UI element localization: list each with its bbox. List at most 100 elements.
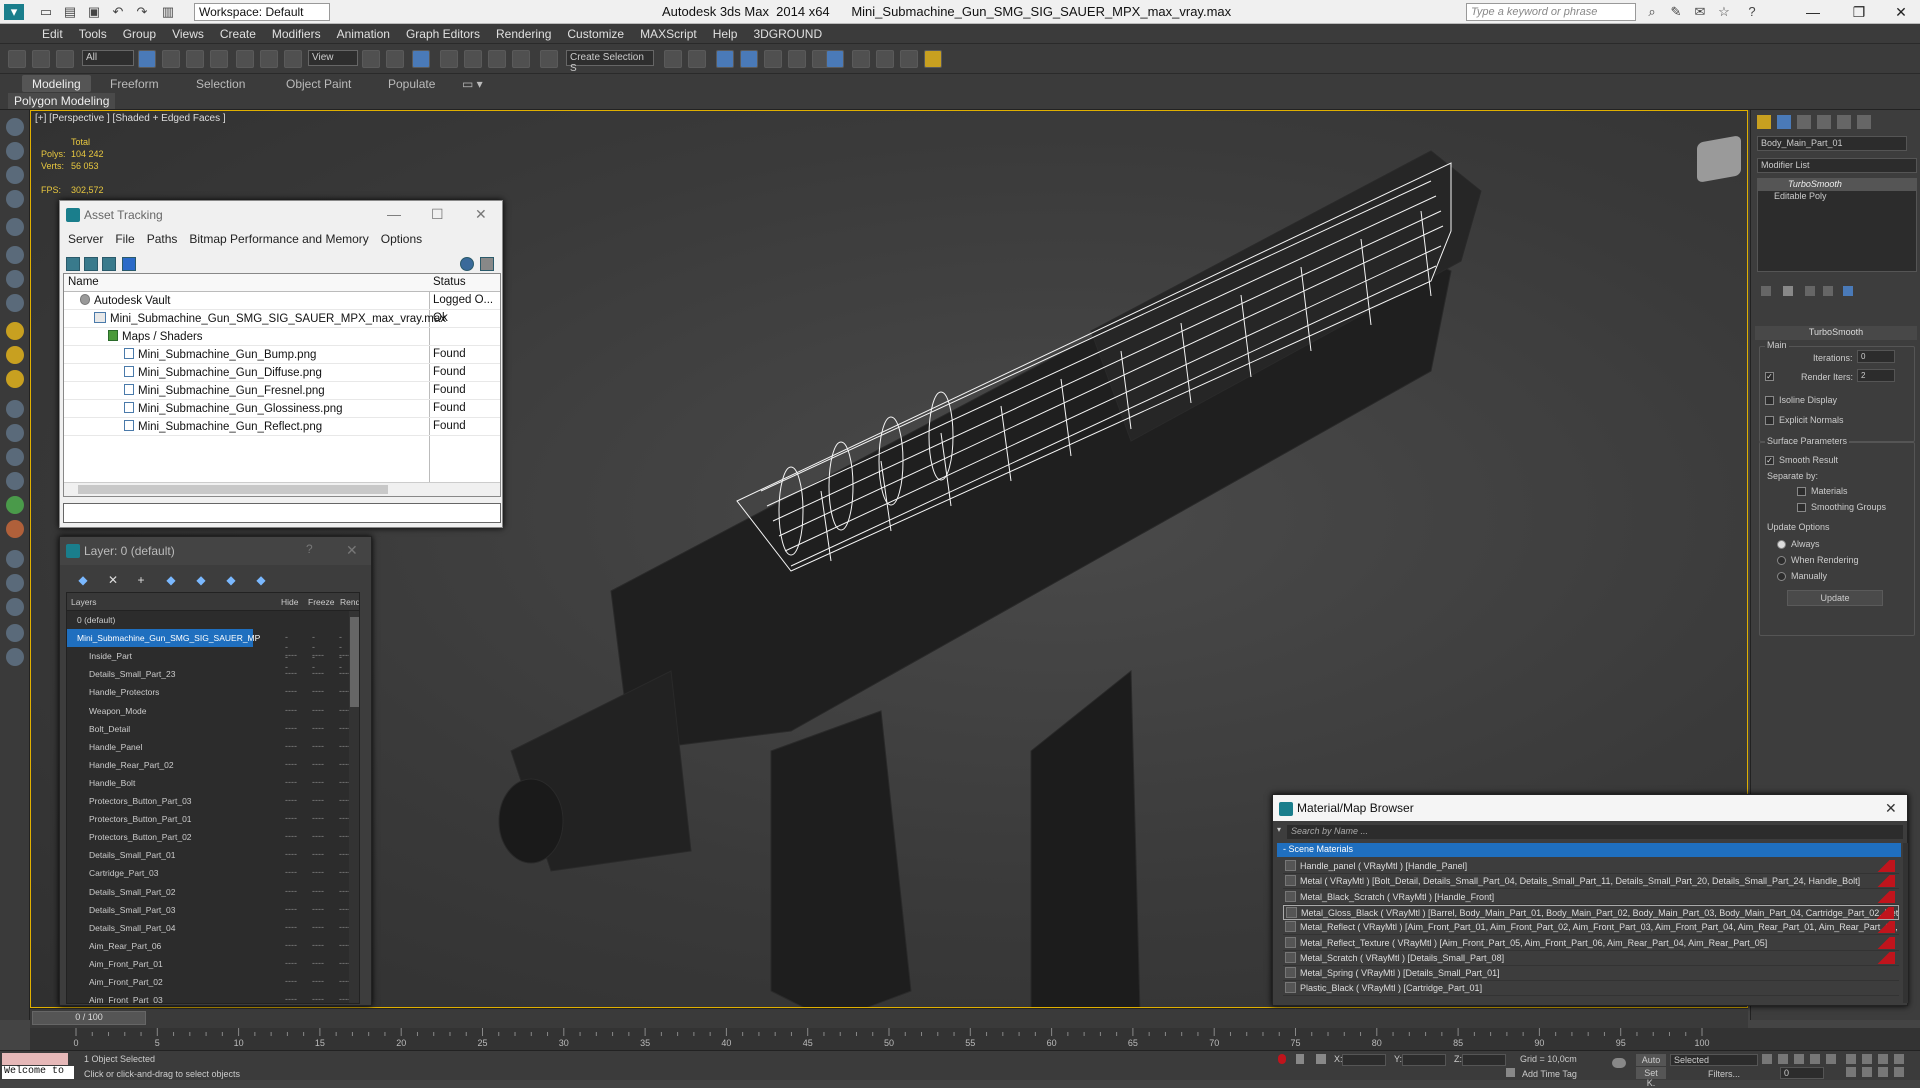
menu-modifiers[interactable]: Modifiers	[264, 24, 329, 41]
tool-icon-1[interactable]	[6, 118, 24, 136]
grid-view-icon[interactable]	[122, 257, 136, 271]
zoom-extents-icon[interactable]	[1878, 1054, 1888, 1064]
scrollbar-thumb[interactable]	[78, 485, 388, 494]
viewcube-icon[interactable]	[1697, 135, 1741, 183]
tool-icon-15[interactable]	[6, 598, 24, 616]
asset-tracking-titlebar[interactable]: Asset Tracking — ☐ ✕	[60, 201, 502, 229]
tab-modeling[interactable]: Modeling	[22, 75, 91, 92]
layer-freeze-toggle[interactable]: ----	[312, 886, 324, 896]
window-crossing-icon[interactable]	[210, 50, 228, 68]
named-selection-dropdown[interactable]: Create Selection S	[566, 50, 654, 74]
rendered-frame-icon[interactable]	[876, 50, 894, 68]
menu-server[interactable]: Server	[62, 229, 109, 249]
layer-hide-toggle[interactable]: ----	[285, 777, 297, 787]
y-field[interactable]	[1402, 1054, 1446, 1066]
list-item[interactable]: 0 (default)	[67, 611, 359, 629]
update-button[interactable]: Update	[1787, 590, 1883, 606]
layer-hide-toggle[interactable]: ----	[285, 849, 297, 859]
list-item[interactable]: Weapon_Mode ---- ---- ----	[67, 702, 359, 720]
material-search-input[interactable]: Search by Name ...	[1287, 825, 1903, 839]
list-item[interactable]: Protectors_Button_Part_01 ---- ---- ----	[67, 810, 359, 828]
light-icon[interactable]	[6, 322, 24, 340]
horizontal-scrollbar[interactable]	[64, 482, 500, 496]
table-row[interactable]: Autodesk Vault Logged O...	[64, 292, 500, 310]
layer-hide-toggle[interactable]: ----	[285, 795, 297, 805]
minimize-icon[interactable]: —	[1792, 1, 1834, 23]
open-file-icon[interactable]: ▤	[62, 4, 78, 20]
menu-create[interactable]: Create	[212, 24, 264, 41]
maxscript-listener[interactable]	[2, 1053, 68, 1065]
pivot-icon[interactable]	[362, 50, 380, 68]
list-item[interactable]: Handle_Rear_Part_02 ---- ---- ----	[67, 756, 359, 774]
set-key-button[interactable]: Set K.	[1636, 1067, 1666, 1088]
menu-maxscript[interactable]: MAXScript	[632, 24, 705, 41]
tool-icon-14[interactable]	[6, 574, 24, 592]
column-status[interactable]: Status	[433, 276, 466, 288]
browser-options-icon[interactable]: ▾	[1277, 825, 1285, 839]
table-row[interactable]: Maps / Shaders	[64, 328, 500, 346]
layer-hide-toggle[interactable]: ----	[285, 831, 297, 841]
workspace-dropdown[interactable]: Workspace: Default	[194, 3, 330, 21]
layer-explorer-icon[interactable]	[740, 50, 758, 68]
curve-editor-icon[interactable]	[788, 50, 806, 68]
save-file-icon[interactable]: ▣	[86, 4, 102, 20]
close-icon[interactable]: ✕	[1885, 800, 1897, 817]
layer-hide-toggle[interactable]: ----	[285, 723, 297, 733]
explicit-normals-checkbox[interactable]	[1765, 416, 1774, 425]
filters-button[interactable]: Filters...	[1708, 1069, 1740, 1079]
list-item[interactable]: Details_Small_Part_01 ---- ---- ----	[67, 846, 359, 864]
move-icon[interactable]	[236, 50, 254, 68]
layer-hide-toggle[interactable]: ----	[285, 994, 297, 1003]
menu-customize[interactable]: Customize	[559, 24, 632, 41]
tool-icon-2[interactable]	[6, 142, 24, 160]
select-object-icon[interactable]	[138, 50, 156, 68]
column-render[interactable]: Rend	[340, 597, 359, 607]
list-item[interactable]: Plastic_Black ( VRayMtl ) [Cartridge_Par…	[1283, 981, 1899, 997]
time-tag-icon[interactable]	[1506, 1068, 1515, 1077]
help-icon[interactable]: ?	[306, 542, 313, 556]
asset-path-field[interactable]	[63, 503, 501, 523]
table-row[interactable]: Mini_Submachine_Gun_SMG_SIG_SAUER_MPX_ma…	[64, 310, 500, 328]
communication-icon[interactable]: ✉	[1692, 4, 1708, 20]
iterations-spinner[interactable]: 0	[1857, 350, 1895, 363]
layer-select-icon[interactable]: ◆	[164, 573, 178, 587]
menu-file[interactable]: File	[109, 229, 140, 249]
play-icon[interactable]	[1794, 1054, 1804, 1064]
vertical-scrollbar[interactable]	[349, 611, 359, 1003]
list-item[interactable]: Handle_panel ( VRayMtl ) [Handle_Panel]	[1283, 859, 1899, 874]
menu-bitmap-performance[interactable]: Bitmap Performance and Memory	[183, 229, 374, 249]
list-item[interactable]: Metal_Black_Scratch ( VRayMtl ) [Handle_…	[1283, 890, 1899, 905]
layer-freeze-toggle[interactable]: ----	[312, 976, 324, 986]
layer-hide-toggle[interactable]: ----	[285, 904, 297, 914]
layer-freeze-toggle[interactable]: ----	[312, 741, 324, 751]
list-item[interactable]: Aim_Rear_Part_06 ---- ---- ----	[67, 937, 359, 955]
key-filter-dropdown[interactable]: Selected	[1670, 1054, 1758, 1066]
stack-turbosmooth[interactable]: TurboSmooth	[1758, 179, 1916, 191]
graphite-toggle-icon[interactable]	[764, 50, 782, 68]
show-end-result-icon[interactable]	[1783, 286, 1793, 296]
layer-freeze-toggle[interactable]: ----	[312, 922, 324, 932]
pin-stack-icon[interactable]	[1761, 286, 1771, 296]
smoothing-groups-checkbox[interactable]	[1797, 503, 1806, 512]
app-logo-icon[interactable]: ▾	[4, 4, 24, 20]
render-setup-icon[interactable]	[852, 50, 870, 68]
layer-hide-all-icon[interactable]: ◆	[224, 573, 238, 587]
material-editor-icon[interactable]	[826, 50, 844, 68]
warning-icon[interactable]	[924, 50, 942, 68]
menu-options[interactable]: Options	[375, 229, 428, 249]
scale-icon[interactable]	[284, 50, 302, 68]
search-input[interactable]: Type a keyword or phrase	[1466, 3, 1636, 21]
list-item[interactable]: Handle_Panel ---- ---- ----	[67, 738, 359, 756]
column-freeze[interactable]: Freeze	[308, 597, 334, 607]
hierarchy-tab-icon[interactable]	[1797, 115, 1811, 129]
turbosmooth-rollout[interactable]: TurboSmooth	[1755, 326, 1917, 340]
maximize-icon[interactable]: ❐	[1838, 1, 1880, 23]
teapot-icon[interactable]	[6, 520, 24, 538]
tool-icon-16[interactable]	[6, 624, 24, 642]
zoom-icon[interactable]	[1846, 1054, 1856, 1064]
angle-snap-icon[interactable]	[464, 50, 482, 68]
layer-hide-toggle[interactable]: ----	[285, 958, 297, 968]
pan-icon[interactable]	[1862, 1067, 1872, 1077]
maximize-icon[interactable]: ☐	[431, 206, 444, 223]
menu-tools[interactable]: Tools	[71, 24, 115, 41]
